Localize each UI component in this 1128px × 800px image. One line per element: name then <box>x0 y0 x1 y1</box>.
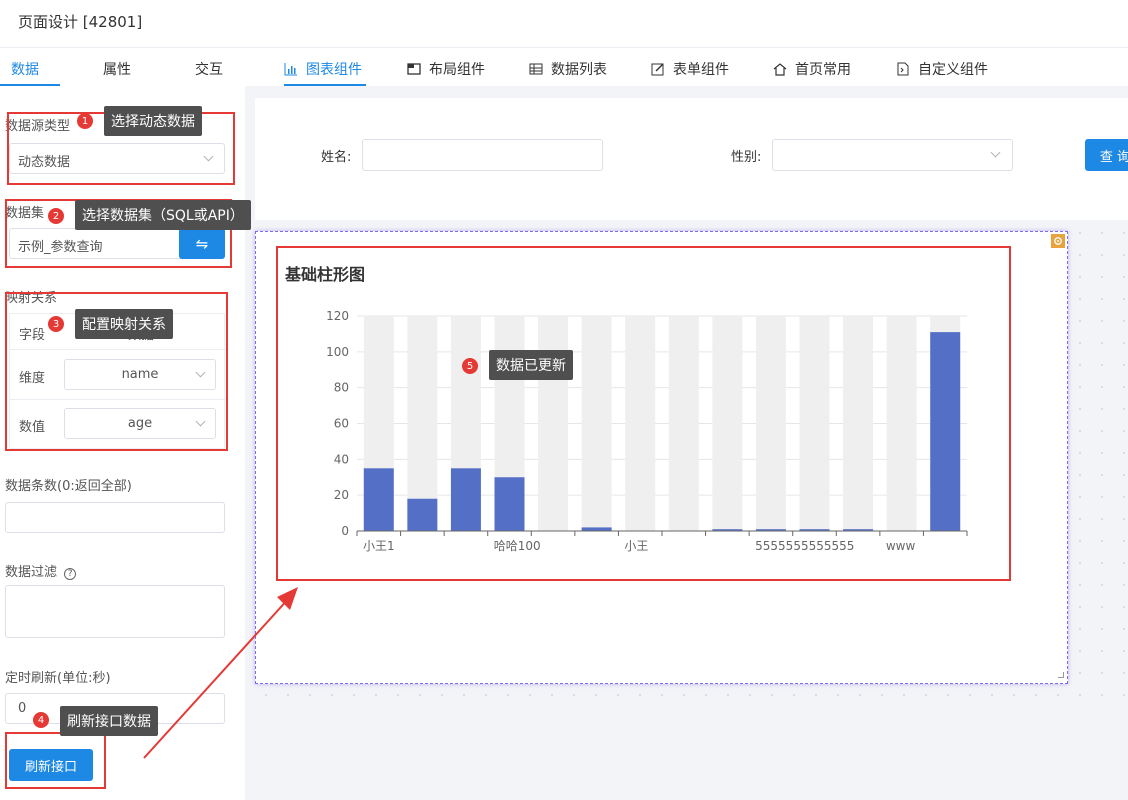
active-tab-indicator <box>0 84 60 86</box>
tab-label: 首页常用 <box>795 62 851 78</box>
help-icon[interactable]: ? <box>64 568 77 580</box>
tab-label: 自定义组件 <box>918 62 988 78</box>
highlight-box-5 <box>276 246 1011 581</box>
refresh-interval-label: 定时刷新(单位:秒) <box>5 671 111 686</box>
step-tip-4: 刷新接口数据 <box>60 706 158 736</box>
edit-icon <box>651 63 664 76</box>
table-icon <box>529 63 543 75</box>
gender-select[interactable] <box>772 139 1013 171</box>
tab-label: 表单组件 <box>673 62 729 78</box>
query-button[interactable]: 查 询 <box>1085 139 1128 171</box>
tab-chart-components[interactable]: 图表组件 <box>284 59 362 79</box>
highlight-box-4 <box>5 732 106 789</box>
step-tip-3: 配置映射关系 <box>75 309 173 339</box>
name-label: 姓名: <box>321 150 352 165</box>
data-count-label: 数据条数(0:返回全部) <box>5 479 132 494</box>
custom-icon <box>897 62 909 76</box>
header-divider <box>0 47 1128 48</box>
step-number-5: 5 <box>462 358 478 374</box>
step-tip-2: 选择数据集（SQL或API） <box>75 200 251 230</box>
tab-form-components[interactable]: 表单组件 <box>651 59 729 79</box>
layout-icon <box>407 63 421 75</box>
tab-interaction[interactable]: 交互 <box>195 59 223 79</box>
gender-label: 性别: <box>731 150 762 165</box>
resize-handle[interactable] <box>1058 672 1064 678</box>
page-title: 页面设计 [42801] <box>18 13 143 31</box>
tab-layout-components[interactable]: 布局组件 <box>407 59 485 79</box>
step-number-4: 4 <box>33 712 49 728</box>
tab-label: 布局组件 <box>429 62 485 78</box>
tab-data-list[interactable]: 数据列表 <box>529 59 607 79</box>
tab-label: 图表组件 <box>306 62 362 78</box>
bar-chart-icon <box>284 63 297 76</box>
step-tip-1: 选择动态数据 <box>104 106 202 136</box>
tab-home-common[interactable]: 首页常用 <box>773 59 851 79</box>
arrow-icon <box>143 587 298 759</box>
home-icon <box>773 63 787 76</box>
query-form: 姓名: 性别: 查 询 <box>255 98 1128 220</box>
data-filter-label: 数据过滤 ? <box>5 561 77 580</box>
tab-properties[interactable]: 属性 <box>103 59 131 79</box>
settings-icon[interactable] <box>1051 234 1065 248</box>
name-input[interactable] <box>362 139 603 171</box>
step-number-1: 1 <box>77 113 93 129</box>
chevron-down-icon <box>990 147 1001 158</box>
data-count-input[interactable] <box>5 502 225 533</box>
step-number-2: 2 <box>48 208 64 224</box>
step-number-3: 3 <box>48 316 64 332</box>
tab-custom-components[interactable]: 自定义组件 <box>896 59 988 79</box>
tab-data[interactable]: 数据 <box>11 59 39 79</box>
tab-label: 数据列表 <box>551 62 607 78</box>
step-tip-5: 数据已更新 <box>489 350 573 380</box>
